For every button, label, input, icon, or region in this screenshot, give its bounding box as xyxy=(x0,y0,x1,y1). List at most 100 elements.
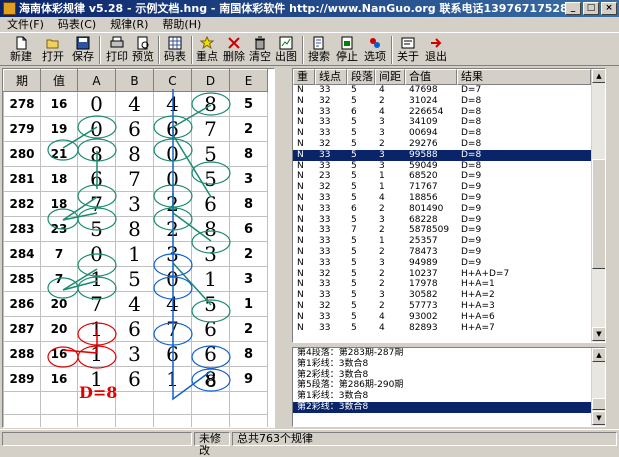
digit-cell[interactable]: 6 xyxy=(115,316,154,342)
digit-cell[interactable]: 4 xyxy=(153,291,192,317)
period-cell[interactable]: 286 xyxy=(3,291,41,317)
list-item[interactable]: N 33 5 1 25357 D=9 xyxy=(293,236,605,247)
value-cell[interactable]: 16 xyxy=(40,341,78,367)
title-bar[interactable]: 海南体彩规律 v5.28 - 示例文档.hng - 南国体彩软件 http://… xyxy=(0,0,619,17)
log-line[interactable]: 第2彩线：3数合8 xyxy=(293,401,605,413)
digit-cell[interactable]: 3 xyxy=(229,166,268,192)
digit-cell[interactable]: 3 xyxy=(153,241,192,267)
list-item[interactable]: N 33 5 4 82893 H+A=7 xyxy=(293,323,605,334)
value-cell[interactable]: 18 xyxy=(40,166,78,192)
list-item[interactable]: N 33 5 4 47698 D=7 xyxy=(293,85,605,96)
digit-cell[interactable]: 7 xyxy=(115,166,154,192)
list-item[interactable]: N 33 5 4 93002 H+A=6 xyxy=(293,312,605,323)
list-col-linepoint[interactable]: 线点 xyxy=(315,69,347,85)
digit-cell[interactable]: 2 xyxy=(229,116,268,142)
table-row[interactable]: 285 7 1 5 0 1 3 xyxy=(3,266,268,292)
table-row[interactable]: 286 20 7 4 4 5 1 xyxy=(3,291,268,317)
digit-cell[interactable]: 7 xyxy=(153,316,192,342)
open-button[interactable]: 打开 xyxy=(38,34,68,65)
col-header-a[interactable]: A xyxy=(77,69,116,92)
col-header-period[interactable]: 期 xyxy=(3,69,41,92)
list-col-sum[interactable]: 合值 xyxy=(405,69,457,85)
digit-cell[interactable]: 5 xyxy=(115,266,154,292)
digit-cell[interactable]: 8 xyxy=(229,191,268,217)
codetable-button[interactable]: 码表 xyxy=(160,34,190,65)
digit-cell[interactable]: 3 xyxy=(191,241,230,267)
digit-cell[interactable]: 0 xyxy=(77,241,116,267)
list-item[interactable]: N 33 5 3 59049 D=8 xyxy=(293,161,605,172)
list-item[interactable]: N 33 5 4 18856 D=9 xyxy=(293,193,605,204)
digit-cell[interactable]: 8 xyxy=(229,141,268,167)
digit-cell[interactable]: 1 xyxy=(77,266,116,292)
menu-codetable[interactable]: 码表(C) xyxy=(51,17,103,32)
about-button[interactable]: 关于 xyxy=(394,34,422,65)
list-item[interactable]: N 33 5 2 78473 D=9 xyxy=(293,247,605,258)
table-row[interactable]: 278 16 0 4 4 8 5 xyxy=(3,91,268,117)
period-cell[interactable]: 284 xyxy=(3,241,41,267)
digit-cell[interactable]: 1 xyxy=(191,266,230,292)
log-line[interactable]: 第5段落：第286期-290期 xyxy=(293,380,605,391)
minimize-button[interactable]: _ xyxy=(565,2,581,15)
table-row[interactable]: 281 18 6 7 0 5 3 xyxy=(3,166,268,192)
close-button[interactable]: × xyxy=(601,2,617,15)
digit-cell[interactable]: 4 xyxy=(115,291,154,317)
value-cell[interactable]: 18 xyxy=(40,191,78,217)
list-item[interactable]: N 33 6 4 226654 D=8 xyxy=(293,107,605,118)
list-item[interactable]: N 33 6 2 801490 D=9 xyxy=(293,204,605,215)
scroll-up-icon[interactable]: ▲ xyxy=(592,69,605,83)
table-row[interactable]: 280 21 8 8 0 5 8 xyxy=(3,141,268,167)
list-col-result[interactable]: 结果 xyxy=(457,69,591,85)
col-header-value[interactable]: 值 xyxy=(40,69,78,92)
digit-cell[interactable]: 0 xyxy=(153,266,192,292)
detail-log[interactable]: 第4段落：第283期-287期 第1彩线：3数合8 第2彩线：3数合8 第5段落：第2… xyxy=(292,347,606,427)
period-cell[interactable]: 285 xyxy=(3,266,41,292)
digit-cell[interactable]: 6 xyxy=(229,216,268,242)
number-grid[interactable]: 期 值 A B C D E 278 16 0 4 4 8 5 279 19 0 6 6 7 2 280 21 8… xyxy=(3,69,268,427)
preview-button[interactable]: 预览 xyxy=(128,34,158,65)
digit-cell[interactable]: 8 xyxy=(191,366,230,392)
value-cell[interactable]: 23 xyxy=(40,216,78,242)
digit-cell[interactable]: 1 xyxy=(153,366,192,392)
period-cell[interactable]: 280 xyxy=(3,141,41,167)
digit-cell[interactable]: 3 xyxy=(115,341,154,367)
list-col-spacing[interactable]: 间距 xyxy=(375,69,405,85)
digit-cell[interactable]: 8 xyxy=(191,216,230,242)
menu-file[interactable]: 文件(F) xyxy=(0,17,51,32)
exit-button[interactable]: 退出 xyxy=(422,34,450,65)
maximize-button[interactable]: □ xyxy=(583,2,599,15)
list-item[interactable]: N 33 5 3 34109 D=8 xyxy=(293,117,605,128)
period-cell[interactable]: 289 xyxy=(3,366,41,392)
list-item[interactable]: N 32 5 2 57773 H+A=3 xyxy=(293,301,605,312)
rules-list[interactable]: 重 线点 段落 间距 合值 结果 N 33 5 4 47698 D=7 N 32 5 2 31024… xyxy=(292,68,606,343)
period-cell[interactable]: 281 xyxy=(3,166,41,192)
scroll-down-icon[interactable]: ▼ xyxy=(592,411,605,425)
pane-splitter[interactable] xyxy=(277,68,290,428)
list-item[interactable]: N 32 5 1 71767 D=9 xyxy=(293,182,605,193)
list-item[interactable]: N 33 5 3 00694 D=8 xyxy=(293,128,605,139)
digit-cell[interactable]: 1 xyxy=(77,341,116,367)
digit-cell[interactable]: 6 xyxy=(115,116,154,142)
digit-cell[interactable]: 6 xyxy=(191,341,230,367)
table-row[interactable]: 284 7 0 1 3 3 2 xyxy=(3,241,268,267)
digit-cell[interactable]: 8 xyxy=(77,141,116,167)
search-button[interactable]: 搜索 xyxy=(305,34,333,65)
value-cell[interactable]: 21 xyxy=(40,141,78,167)
list-item[interactable]: N 33 5 2 17978 H+A=1 xyxy=(293,279,605,290)
period-cell[interactable]: 279 xyxy=(3,116,41,142)
export-chart-button[interactable]: 出图 xyxy=(272,34,300,65)
list-item[interactable]: N 32 5 2 10237 H+A+D=7 xyxy=(293,269,605,280)
digit-cell[interactable]: 5 xyxy=(191,166,230,192)
scroll-down-icon[interactable]: ▼ xyxy=(592,327,605,341)
value-cell[interactable]: 16 xyxy=(40,91,78,117)
scroll-thumb[interactable] xyxy=(592,398,605,410)
list-item[interactable]: N 33 5 3 30582 H+A=2 xyxy=(293,290,605,301)
col-header-b[interactable]: B xyxy=(115,69,154,92)
list-item[interactable]: N 23 5 1 68520 D=9 xyxy=(293,171,605,182)
value-cell[interactable]: 16 xyxy=(40,366,78,392)
col-header-d[interactable]: D xyxy=(191,69,230,92)
digit-cell[interactable]: 1 xyxy=(77,316,116,342)
log-line[interactable]: 第4段落：第283期-287期 xyxy=(293,348,605,359)
digit-cell[interactable]: 0 xyxy=(77,91,116,117)
list-item[interactable]: N 33 5 3 94989 D=9 xyxy=(293,258,605,269)
period-cell[interactable]: 283 xyxy=(3,216,41,242)
